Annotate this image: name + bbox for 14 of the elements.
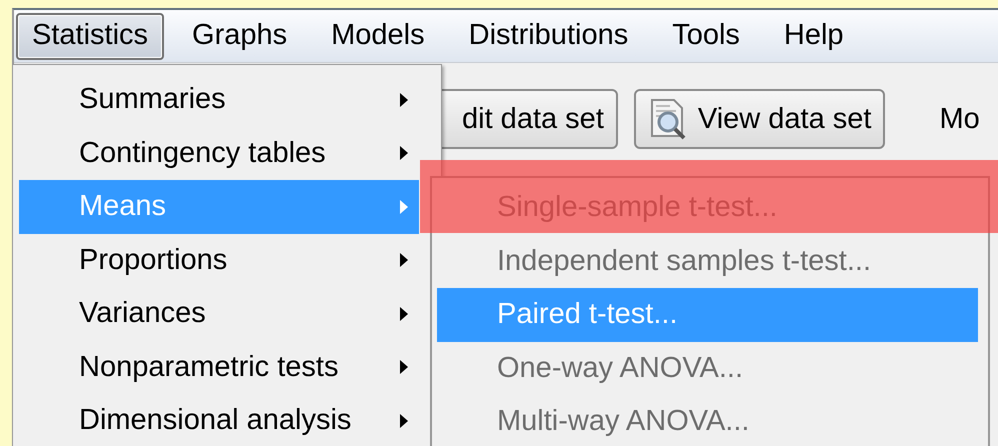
- menubar-item[interactable]: Models: [315, 12, 441, 60]
- menu-item[interactable]: Contingency tables: [19, 126, 419, 180]
- menu-item[interactable]: Variances: [19, 287, 419, 340]
- menubar-item[interactable]: Graphs: [176, 12, 304, 60]
- menubar-item[interactable]: Statistics: [16, 12, 164, 60]
- menu-item[interactable]: Summaries: [19, 73, 419, 126]
- menu-item[interactable]: Nonparametric tests: [19, 340, 419, 394]
- menubar-item[interactable]: Tools: [656, 12, 756, 60]
- menubar-item[interactable]: Distributions: [452, 12, 644, 60]
- menu-item[interactable]: Proportions: [19, 234, 419, 287]
- toolbar-label: Mo: [939, 102, 980, 136]
- view-data-set-button[interactable]: View data set: [634, 89, 886, 149]
- menu-item[interactable]: Dimensional analysis: [19, 394, 419, 446]
- menubar-item[interactable]: Help: [768, 12, 860, 60]
